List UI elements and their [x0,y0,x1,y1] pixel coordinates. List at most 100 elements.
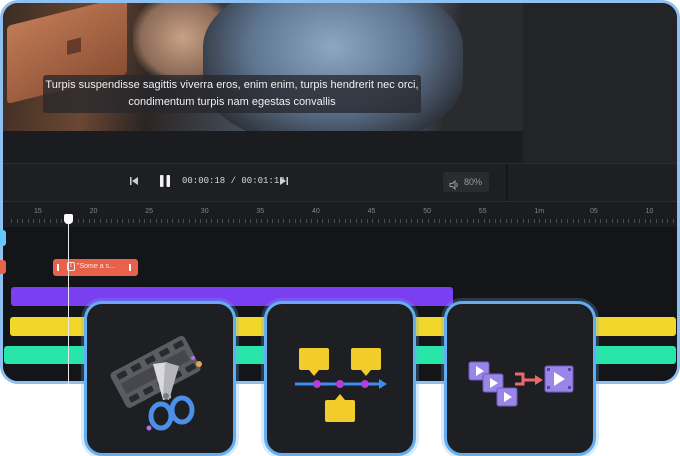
ruler-tick [455,219,457,223]
subtitle-line-2: condimentum turpis nam egestas convallis [128,96,336,108]
clip-handle-left[interactable] [57,264,59,271]
ruler-tick [272,219,274,223]
feature-card-cut[interactable] [84,301,236,456]
ruler-tick [433,219,435,223]
feature-card-markers[interactable] [264,301,416,456]
ruler-tick [361,219,363,223]
ruler-tick [216,219,218,223]
ruler-tick [639,219,641,223]
ruler-label: 1m [534,208,545,215]
ruler-tick [350,219,352,223]
merge-clips-icon [468,361,574,407]
divider [506,164,508,202]
ruler-label: 05 [590,208,598,215]
ruler-tick [155,219,157,223]
ruler-tick [277,219,279,223]
ruler-tick [327,219,329,223]
ruler-tick [355,219,357,223]
skip-previous-icon[interactable] [129,176,139,188]
ruler-tick [466,219,468,223]
ruler-tick [261,219,263,223]
subtitle-overlay[interactable]: Turpis suspendisse sagittis viverra eros… [43,75,421,113]
ruler-tick [517,219,518,223]
volume-control[interactable]: 80% [443,172,489,192]
ruler-tick [667,219,669,223]
playhead-handle[interactable] [64,214,73,224]
ruler-label: 30 [200,208,209,215]
ruler-tick [366,219,368,223]
ruler-tick [400,219,402,223]
ruler-tick [439,219,441,223]
ruler-tick [555,219,557,223]
ruler-tick [127,219,129,223]
player-controls: 00:00:18 / 00:01:13 80% [3,163,677,202]
pause-icon[interactable] [158,174,172,190]
ruler-tick [478,219,479,223]
ruler-tick [105,219,107,223]
track-marker-red [0,260,6,274]
ruler-tick [266,219,268,223]
ruler-tick [316,219,318,223]
ruler-tick [633,219,635,223]
ruler-tick [394,219,396,223]
ruler-tick [344,219,346,223]
ruler-tick [172,219,174,223]
ruler-tick [333,219,335,223]
ruler-tick [650,219,652,223]
ruler-tick [311,219,313,223]
ruler-tick [133,219,135,223]
ruler-tick [522,219,524,223]
ruler-tick [305,219,307,223]
ruler-tick [622,219,624,223]
ruler-tick [250,219,252,223]
ruler-tick [283,219,285,223]
ruler-tick [617,219,618,223]
ruler-tick [416,219,418,223]
ruler-tick [194,219,196,223]
ruler-tick [383,219,385,223]
ruler-tick [205,219,207,223]
ruler-tick [583,219,585,223]
timeline-markers-icon [295,348,387,422]
ruler-tick [77,219,79,223]
ruler-tick [88,219,90,223]
video-preview[interactable]: Turpis suspendisse sagittis viverra eros… [3,3,523,131]
ruler-tick [294,219,296,223]
ruler-tick [138,219,140,223]
playhead-line [68,218,69,384]
ruler-tick [16,219,18,223]
subtitle-line-1: Turpis suspendisse sagittis viverra eros… [45,79,419,91]
ruler-tick [188,219,190,223]
text-clip[interactable]: T "Some a s... [53,259,138,276]
ruler-tick [61,219,62,223]
ruler-tick [116,219,118,223]
ruler-tick [244,219,246,223]
ruler-tick [489,219,491,223]
feature-card-merge[interactable] [444,301,596,456]
ruler-tick [422,219,424,223]
ruler-label: 15 [34,208,42,215]
clip-handle-right[interactable] [129,264,131,271]
ruler-label: 55 [478,208,487,215]
ruler-tick [594,219,596,223]
ruler-tick [233,219,235,223]
ruler-tick [38,219,40,223]
skip-next-icon[interactable] [279,176,289,188]
ruler-tick [405,219,407,223]
ruler-tick [444,219,446,223]
playback-time: 00:00:18 / 00:01:13 [182,176,285,186]
ruler-tick [472,219,474,223]
ruler-tick [389,219,391,223]
ruler-tick [339,219,340,223]
ruler-tick [656,219,657,223]
preview-side-panel [523,3,677,163]
ruler-tick [572,219,574,223]
ruler-tick [22,219,24,223]
ruler-tick [289,219,290,223]
ruler-tick [122,219,124,223]
ruler-tick [483,219,485,223]
ruler-tick [450,219,452,223]
ruler-label: 50 [423,208,431,215]
ruler-tick [372,219,374,223]
timeline-ruler[interactable]: 15 20 25 30 35 40 45 50 55 1m 05 10 [3,201,677,227]
